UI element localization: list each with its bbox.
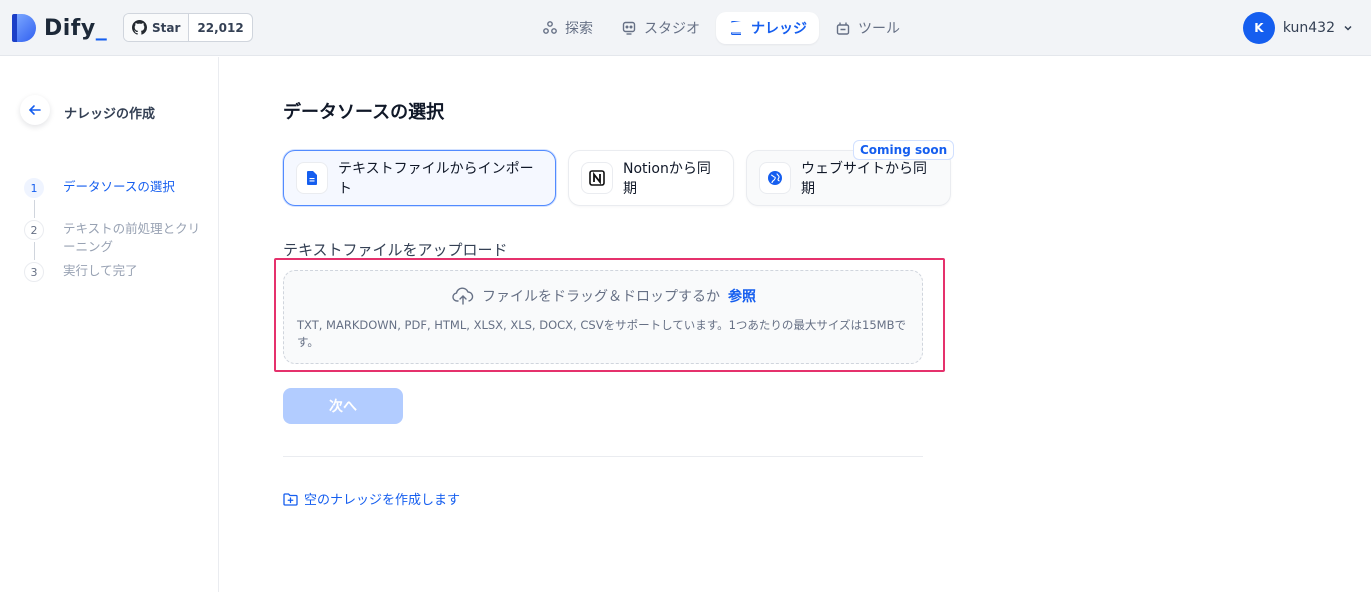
- back-button[interactable]: [20, 95, 50, 125]
- chevron-down-icon: [1344, 25, 1352, 31]
- top-header: Dify_ Star 22,012 探索 スタジオ ナレッジ ツール K kun…: [0, 0, 1371, 56]
- arrow-left-icon: [28, 105, 41, 115]
- folder-plus-icon: [283, 492, 298, 506]
- nav-tools-label: ツール: [858, 21, 900, 37]
- step-item-2: 2 テキストの前処理とクリーニング: [24, 220, 203, 256]
- explore-icon: [543, 21, 557, 34]
- source-option-file[interactable]: テキストファイルからインポート: [283, 150, 556, 206]
- step-number: 1: [24, 178, 44, 198]
- nav-knowledge[interactable]: ナレッジ: [716, 12, 819, 44]
- create-empty-knowledge-link[interactable]: 空のナレッジを作成します: [283, 489, 460, 508]
- dify-logo[interactable]: Dify_: [12, 13, 107, 43]
- highlight-box: [274, 258, 945, 372]
- github-star-button[interactable]: Star: [124, 14, 190, 41]
- source-option-label: ウェブサイトから同期: [801, 161, 927, 197]
- next-button[interactable]: 次へ: [283, 388, 403, 424]
- upload-section-label: テキストファイルをアップロード: [283, 241, 508, 259]
- knowledge-icon: [731, 21, 741, 35]
- step-connector: [34, 200, 35, 218]
- tools-icon: [836, 22, 850, 35]
- dify-logo-mark: [12, 14, 36, 42]
- step-connector: [34, 242, 35, 260]
- nav-knowledge-label: ナレッジ: [751, 21, 807, 37]
- coming-soon-badge: Coming soon: [853, 140, 955, 160]
- nav-explore[interactable]: 探索: [530, 12, 605, 44]
- main-nav: 探索 スタジオ ナレッジ ツール: [530, 12, 912, 44]
- creation-sidebar: ナレッジの作成 1 データソースの選択 2 テキストの前処理とクリーニング 3 …: [0, 57, 219, 592]
- step-number: 3: [24, 262, 44, 282]
- step-label: データソースの選択: [63, 179, 175, 194]
- step-number: 2: [24, 220, 44, 240]
- nav-studio[interactable]: スタジオ: [609, 12, 712, 44]
- brand-name: Dify: [44, 15, 96, 41]
- globe-icon: [768, 171, 782, 185]
- step-label: テキストの前処理とクリーニング: [63, 221, 201, 254]
- step-label: 実行して完了: [63, 263, 138, 278]
- step-item-1: 1 データソースの選択: [24, 178, 203, 198]
- source-option-notion[interactable]: Notionから同期: [568, 150, 734, 206]
- nav-studio-label: スタジオ: [644, 21, 700, 37]
- source-option-label: Notionから同期: [623, 161, 711, 197]
- github-star-count[interactable]: 22,012: [189, 14, 251, 41]
- nav-explore-label: 探索: [565, 21, 593, 37]
- page-title: データソースの選択: [283, 102, 445, 123]
- github-icon: [132, 20, 147, 35]
- github-star-widget[interactable]: Star 22,012: [123, 13, 253, 42]
- studio-icon: [622, 21, 636, 35]
- create-empty-knowledge-label: 空のナレッジを作成します: [304, 493, 461, 508]
- github-star-label: Star: [152, 20, 181, 35]
- notion-icon: [589, 170, 605, 186]
- user-name: kun432: [1282, 20, 1335, 36]
- sidebar-title: ナレッジの作成: [64, 107, 156, 122]
- step-item-3: 3 実行して完了: [24, 262, 203, 282]
- source-option-label: テキストファイルからインポート: [338, 161, 534, 197]
- nav-tools[interactable]: ツール: [823, 12, 912, 44]
- divider: [283, 456, 923, 457]
- avatar: K: [1242, 12, 1275, 44]
- file-icon: [307, 171, 317, 185]
- user-menu[interactable]: K kun432: [1242, 12, 1353, 44]
